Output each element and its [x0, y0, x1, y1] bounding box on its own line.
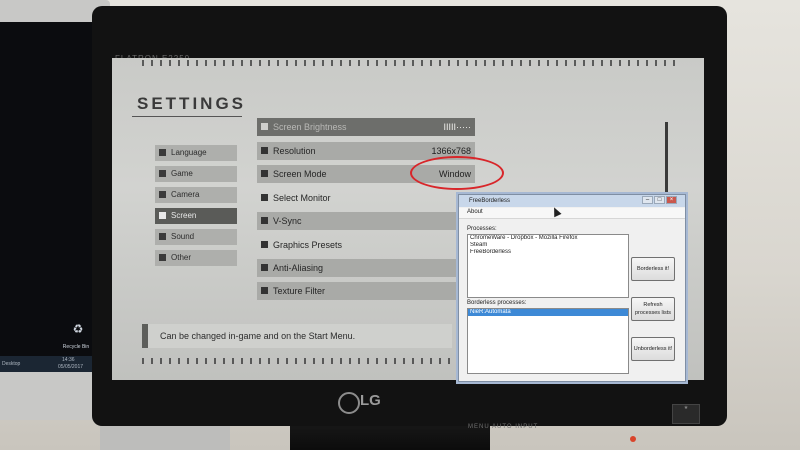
setting-label: Anti-Aliasing [273, 263, 324, 273]
bullet-icon [159, 191, 166, 198]
setting-label: Texture Filter [273, 286, 326, 296]
left-taskbar: Desktop 14:36 05/05/2017 [0, 356, 92, 372]
bullet-icon [261, 264, 268, 271]
setting-label: Graphics Presets [273, 240, 343, 250]
setting-vsync[interactable]: V-Sync [257, 212, 475, 230]
setting-label: Select Monitor [273, 193, 331, 203]
setting-label: Screen Brightness [273, 122, 347, 132]
category-screen[interactable]: Screen [155, 208, 237, 224]
list-item[interactable]: FreeBorderless [468, 249, 628, 256]
minimize-icon[interactable]: – [642, 196, 653, 204]
borderless-button[interactable]: Borderless it! [631, 257, 675, 281]
setting-anti-aliasing[interactable]: Anti-Aliasing [257, 259, 475, 277]
bullet-icon [159, 149, 166, 156]
borderless-processes-label: Borderless processes: [467, 300, 527, 306]
processes-list[interactable]: ChromeWare - Dropbox - Mozilla Firefox S… [467, 234, 629, 298]
bullet-icon [159, 233, 166, 240]
bullet-icon [159, 254, 166, 261]
unborderless-button[interactable]: Unborderless it! [631, 337, 675, 361]
lg-logo-icon [338, 392, 360, 414]
page-title: SETTINGS [137, 94, 247, 113]
decorative-dots [142, 60, 682, 66]
category-game[interactable]: Game [155, 166, 237, 182]
freeborderless-window: FreeBorderless – □ × About Processes: Chro… [458, 194, 686, 382]
setting-screen-brightness[interactable]: Screen Brightness IIIII····· [257, 118, 475, 136]
menu-about[interactable]: About [467, 209, 483, 215]
monitor-buttons[interactable]: MENU AUTO INPUT [468, 424, 538, 430]
bullet-icon [261, 241, 268, 248]
setting-texture-filter[interactable]: Texture Filter [257, 282, 475, 300]
category-label: Screen [171, 211, 197, 220]
recycle-bin-icon[interactable]: ♻ [68, 322, 88, 344]
borderless-processes-list[interactable]: NieR:Automata [467, 308, 629, 374]
category-camera[interactable]: Camera [155, 187, 237, 203]
category-language[interactable]: Language [155, 145, 237, 161]
left-monitor-screen [0, 22, 92, 372]
setting-label: Resolution [273, 146, 316, 156]
category-label: Camera [171, 190, 200, 199]
category-label: Other [171, 253, 192, 262]
bullet-icon [261, 170, 268, 177]
recycle-bin-label: Recycle Bin [62, 344, 90, 350]
processes-label: Processes: [467, 226, 497, 232]
category-label: Game [171, 169, 193, 178]
bullet-icon [159, 212, 166, 219]
bullet-icon [261, 217, 268, 224]
taskbar-clock-date: 05/05/2017 [58, 364, 84, 370]
bullet-icon [261, 194, 268, 201]
window-controls: – □ × [641, 196, 681, 205]
menu-bar: About [459, 208, 685, 219]
category-label: Language [171, 148, 207, 157]
highlight-circle [410, 156, 504, 190]
category-other[interactable]: Other [155, 250, 237, 266]
brightness-slider[interactable]: IIIII····· [444, 118, 472, 136]
bullet-icon [159, 170, 166, 177]
bullet-icon [261, 123, 268, 130]
maximize-icon[interactable]: □ [654, 196, 665, 204]
list-item[interactable]: Steam [468, 242, 628, 249]
close-icon[interactable]: × [666, 196, 677, 204]
taskbar-desktop-label[interactable]: Desktop [2, 361, 20, 367]
taskbar-clock-time: 14:36 [62, 357, 75, 363]
monitor-brand: LG [360, 392, 381, 409]
bullet-icon [261, 287, 268, 294]
energy-star-icon: ★ [672, 404, 700, 424]
list-item[interactable]: NieR:Automata [468, 309, 628, 316]
bullet-icon [261, 147, 268, 154]
power-led-icon[interactable] [630, 436, 636, 442]
title-divider [132, 116, 242, 117]
help-text: Can be changed in-game and on the Start … [142, 324, 452, 348]
category-label: Sound [171, 232, 195, 241]
setting-label: Screen Mode [273, 169, 327, 179]
list-item[interactable]: ChromeWare - Dropbox - Mozilla Firefox [468, 235, 628, 242]
category-sound[interactable]: Sound [155, 229, 237, 245]
refresh-button[interactable]: Refresh processes lists [631, 297, 675, 321]
setting-label: V-Sync [273, 216, 302, 226]
